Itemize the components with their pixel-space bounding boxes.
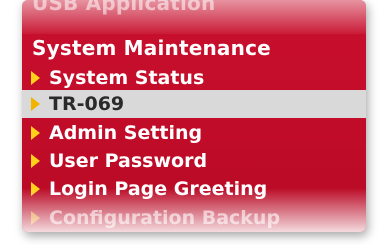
sidebar-section-system-maintenance[interactable]: System Maintenance	[32, 36, 271, 60]
sidebar-item-label: Admin Setting	[49, 122, 203, 144]
sidebar-item-label: Configuration Backup	[49, 207, 281, 229]
sidebar-item-user-password[interactable]: User Password	[22, 147, 366, 175]
sidebar-section-usb-application[interactable]: USB Application	[32, 0, 215, 15]
triangle-right-icon	[31, 71, 40, 85]
sidebar-item-system-status[interactable]: System Status	[22, 64, 366, 92]
triangle-right-icon	[31, 154, 40, 168]
sidebar-item-label: System Status	[49, 67, 205, 89]
triangle-right-icon	[31, 126, 40, 140]
sidebar-item-label: Login Page Greeting	[49, 178, 268, 200]
sidebar-item-tr-069[interactable]: TR-069	[22, 90, 366, 118]
triangle-right-icon	[31, 182, 40, 196]
sidebar-item-login-page-greeting[interactable]: Login Page Greeting	[22, 175, 366, 203]
sidebar-menu: USB Application System Maintenance Syste…	[22, 0, 366, 232]
triangle-right-icon	[31, 97, 40, 111]
triangle-right-icon	[31, 211, 40, 225]
sidebar-item-configuration-backup[interactable]: Configuration Backup	[22, 204, 366, 232]
sidebar-item-label: TR-069	[49, 93, 125, 115]
sidebar-item-label: User Password	[49, 150, 208, 172]
sidebar-item-admin-setting[interactable]: Admin Setting	[22, 119, 366, 147]
